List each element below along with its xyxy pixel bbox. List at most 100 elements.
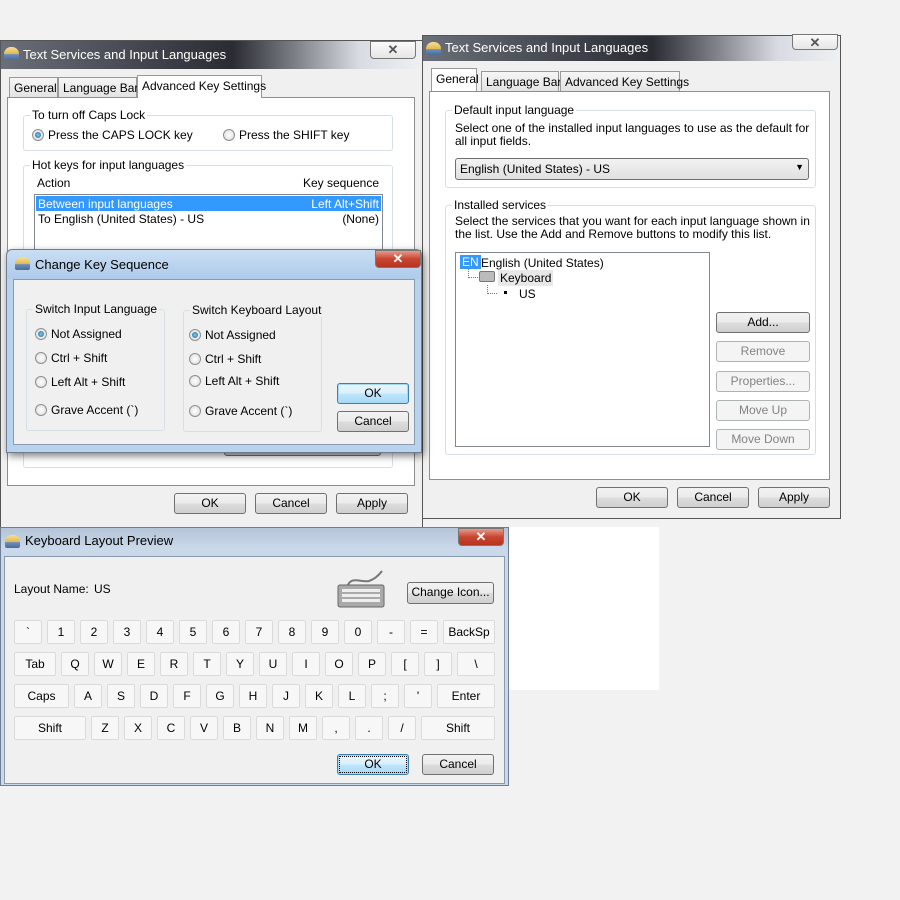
radio-shift-key[interactable]: Press the SHIFT key <box>223 128 349 142</box>
table-row[interactable]: Between input languages Left Alt+Shift <box>36 196 381 211</box>
radio-layout-ctrl-shift[interactable]: Ctrl + Shift <box>189 352 261 366</box>
cancel-button[interactable]: Cancel <box>677 487 749 508</box>
tree-item-us[interactable]: US <box>519 287 536 301</box>
radio-layout-not-assigned[interactable]: Not Assigned <box>189 328 276 342</box>
table-row[interactable]: To English (United States) - US (None) <box>36 211 381 226</box>
key[interactable]: . <box>355 716 383 740</box>
key[interactable]: BackSp <box>443 620 495 644</box>
key[interactable]: O <box>325 652 353 676</box>
key[interactable]: Enter <box>437 684 495 708</box>
key[interactable]: 2 <box>80 620 108 644</box>
key[interactable]: K <box>305 684 333 708</box>
key[interactable]: Shift <box>421 716 495 740</box>
key[interactable]: H <box>239 684 267 708</box>
key[interactable]: 7 <box>245 620 273 644</box>
properties-button[interactable]: Properties... <box>716 371 810 392</box>
radio-label: Grave Accent (`) <box>205 404 293 418</box>
key[interactable]: T <box>193 652 221 676</box>
tree-item-keyboard[interactable]: Keyboard <box>498 270 554 286</box>
key[interactable]: 5 <box>179 620 207 644</box>
key[interactable]: B <box>223 716 251 740</box>
remove-button[interactable]: Remove <box>716 341 810 362</box>
key[interactable]: ' <box>404 684 432 708</box>
key[interactable]: 3 <box>113 620 141 644</box>
ok-button[interactable]: OK <box>596 487 668 508</box>
key[interactable]: P <box>358 652 386 676</box>
radio-layout-grave-accent[interactable]: Grave Accent (`) <box>189 404 292 418</box>
key[interactable]: N <box>256 716 284 740</box>
key[interactable]: = <box>410 620 438 644</box>
close-button[interactable]: ✕ <box>370 41 416 59</box>
key[interactable]: R <box>160 652 188 676</box>
key[interactable]: 1 <box>47 620 75 644</box>
tab-advanced-key-settings[interactable]: Advanced Key Settings <box>560 71 689 91</box>
tab-language-bar[interactable]: Language Bar <box>481 71 561 91</box>
ok-button[interactable]: OK <box>337 754 409 775</box>
key[interactable]: ] <box>424 652 452 676</box>
services-description: Select the services that you want for ea… <box>455 214 810 241</box>
services-tree[interactable]: EN English (United States) Keyboard US <box>455 252 710 447</box>
key[interactable]: Tab <box>14 652 56 676</box>
radio-input-left-alt-shift[interactable]: Left Alt + Shift <box>35 375 125 389</box>
apply-button[interactable]: Apply <box>336 493 408 514</box>
cancel-button[interactable]: Cancel <box>337 411 409 432</box>
background-area <box>508 527 659 690</box>
key[interactable]: , <box>322 716 350 740</box>
key[interactable]: S <box>107 684 135 708</box>
tab-language-bar[interactable]: Language Bar <box>58 77 138 97</box>
key[interactable]: \ <box>457 652 495 676</box>
radio-icon <box>189 375 201 387</box>
radio-input-grave-accent[interactable]: Grave Accent (`) <box>35 403 138 417</box>
key[interactable]: 0 <box>344 620 372 644</box>
key[interactable]: U <box>259 652 287 676</box>
radio-layout-left-alt-shift[interactable]: Left Alt + Shift <box>189 374 279 388</box>
cancel-button[interactable]: Cancel <box>422 754 494 775</box>
key[interactable]: Y <box>226 652 254 676</box>
key[interactable]: 9 <box>311 620 339 644</box>
key[interactable]: [ <box>391 652 419 676</box>
key[interactable]: Z <box>91 716 119 740</box>
ok-button[interactable]: OK <box>337 383 409 404</box>
key[interactable]: W <box>94 652 122 676</box>
apply-button[interactable]: Apply <box>758 487 830 508</box>
radio-caps-lock-key[interactable]: Press the CAPS LOCK key <box>32 128 193 142</box>
key[interactable]: ` <box>14 620 42 644</box>
tab-advanced-key-settings[interactable]: Advanced Key Settings <box>137 75 266 98</box>
key[interactable]: X <box>124 716 152 740</box>
key[interactable]: Q <box>61 652 89 676</box>
close-button[interactable]: ✕ <box>792 34 838 50</box>
language-badge: EN <box>460 255 481 269</box>
close-button[interactable]: ✕ <box>375 250 421 268</box>
key[interactable]: L <box>338 684 366 708</box>
key[interactable]: 6 <box>212 620 240 644</box>
key[interactable]: D <box>140 684 168 708</box>
key[interactable]: J <box>272 684 300 708</box>
key[interactable]: M <box>289 716 317 740</box>
key[interactable]: E <box>127 652 155 676</box>
tree-item-language[interactable]: English (United States) <box>481 256 604 270</box>
key[interactable]: Shift <box>14 716 86 740</box>
key[interactable]: 4 <box>146 620 174 644</box>
radio-input-ctrl-shift[interactable]: Ctrl + Shift <box>35 351 107 365</box>
radio-input-not-assigned[interactable]: Not Assigned <box>35 327 122 341</box>
key[interactable]: F <box>173 684 201 708</box>
tab-general[interactable]: General <box>431 68 479 91</box>
key[interactable]: ; <box>371 684 399 708</box>
key[interactable]: Caps <box>14 684 69 708</box>
key[interactable]: - <box>377 620 405 644</box>
add-button[interactable]: Add... <box>716 312 810 333</box>
cancel-button[interactable]: Cancel <box>255 493 327 514</box>
default-language-dropdown[interactable]: English (United States) - US ▼ <box>455 158 809 180</box>
move-down-button[interactable]: Move Down <box>716 429 810 450</box>
move-up-button[interactable]: Move Up <box>716 400 810 421</box>
key[interactable]: 8 <box>278 620 306 644</box>
key[interactable]: C <box>157 716 185 740</box>
key[interactable]: G <box>206 684 234 708</box>
key[interactable]: A <box>74 684 102 708</box>
key[interactable]: V <box>190 716 218 740</box>
ok-button[interactable]: OK <box>174 493 246 514</box>
installed-services-group: Installed services Select the services t… <box>445 198 816 455</box>
tab-general[interactable]: General <box>9 77 58 97</box>
key[interactable]: I <box>292 652 320 676</box>
key[interactable]: / <box>388 716 416 740</box>
